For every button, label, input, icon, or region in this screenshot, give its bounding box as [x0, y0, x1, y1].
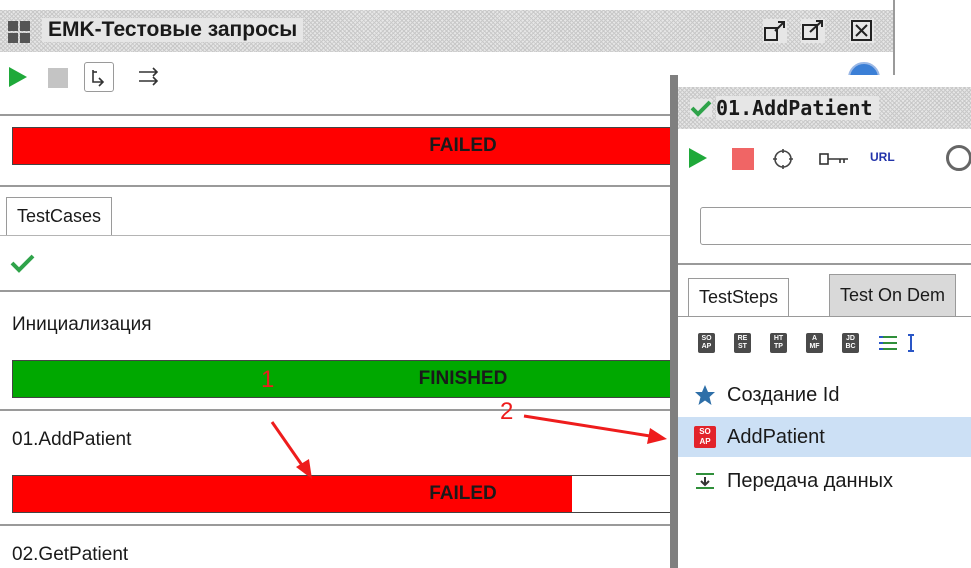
arrow-one: [270, 421, 312, 479]
arrow-two: [523, 414, 667, 444]
annotation-arrows: [270, 414, 667, 479]
